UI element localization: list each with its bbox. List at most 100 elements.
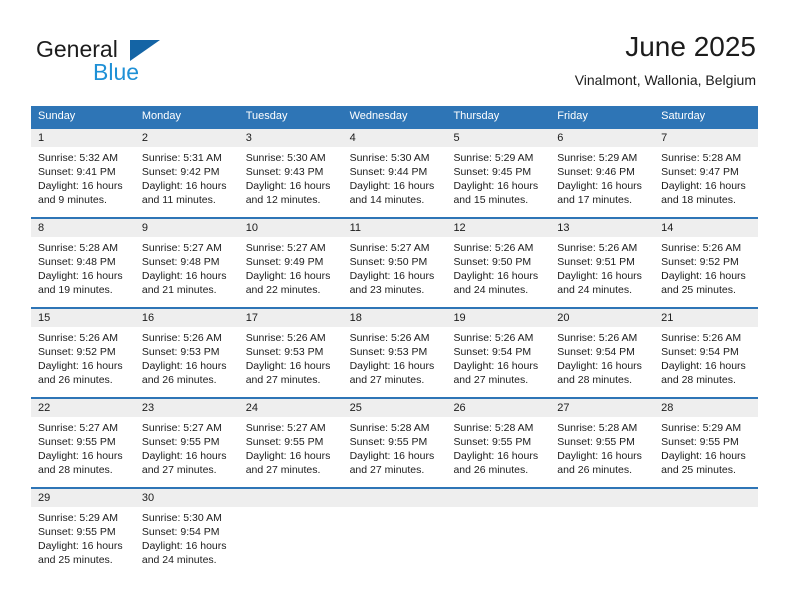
- day-cell[interactable]: Sunrise: 5:27 AM Sunset: 9:55 PM Dayligh…: [135, 417, 239, 487]
- day-number[interactable]: 10: [239, 219, 343, 237]
- day-cell[interactable]: Sunrise: 5:28 AM Sunset: 9:47 PM Dayligh…: [654, 147, 758, 217]
- day-number[interactable]: 22: [31, 399, 135, 417]
- daylight-text-line1: Daylight: 16 hours: [661, 450, 746, 462]
- daylight-text-line1: Daylight: 16 hours: [453, 270, 539, 282]
- day-number[interactable]: 8: [31, 219, 135, 237]
- day-number[interactable]: 11: [343, 219, 447, 237]
- day-cell[interactable]: Sunrise: 5:32 AM Sunset: 9:41 PM Dayligh…: [31, 147, 135, 217]
- day-number[interactable]: 6: [550, 129, 654, 147]
- day-number[interactable]: 9: [135, 219, 239, 237]
- day-cell[interactable]: Sunrise: 5:28 AM Sunset: 9:48 PM Dayligh…: [31, 237, 135, 307]
- day-number[interactable]: 2: [135, 129, 239, 147]
- day-number[interactable]: 23: [135, 399, 239, 417]
- title-block: June 2025 Vinalmont, Wallonia, Belgium: [575, 30, 756, 90]
- day-cell[interactable]: Sunrise: 5:30 AM Sunset: 9:54 PM Dayligh…: [135, 507, 239, 577]
- day-number[interactable]: 20: [550, 309, 654, 327]
- week-detail-row: Sunrise: 5:27 AM Sunset: 9:55 PM Dayligh…: [31, 417, 758, 487]
- day-cell[interactable]: Sunrise: 5:26 AM Sunset: 9:53 PM Dayligh…: [239, 327, 343, 397]
- day-cell[interactable]: Sunrise: 5:26 AM Sunset: 9:53 PM Dayligh…: [135, 327, 239, 397]
- day-number[interactable]: 19: [446, 309, 550, 327]
- calendar-grid: Sunday Monday Tuesday Wednesday Thursday…: [31, 106, 758, 577]
- day-cell[interactable]: Sunrise: 5:29 AM Sunset: 9:46 PM Dayligh…: [550, 147, 654, 217]
- day-cell[interactable]: Sunrise: 5:28 AM Sunset: 9:55 PM Dayligh…: [446, 417, 550, 487]
- weekday-header-wednesday: Wednesday: [349, 110, 408, 122]
- day-cell[interactable]: Sunrise: 5:26 AM Sunset: 9:54 PM Dayligh…: [654, 327, 758, 397]
- sunrise-text: Sunrise: 5:28 AM: [661, 152, 742, 164]
- daylight-text-line2: and 25 minutes.: [38, 554, 113, 566]
- day-number[interactable]: 29: [31, 489, 135, 507]
- daylight-text-line1: Daylight: 16 hours: [38, 540, 123, 552]
- day-cell[interactable]: Sunrise: 5:26 AM Sunset: 9:51 PM Dayligh…: [550, 237, 654, 307]
- day-number[interactable]: 7: [654, 129, 758, 147]
- daylight-text-line1: Daylight: 16 hours: [245, 180, 331, 192]
- day-cell[interactable]: Sunrise: 5:28 AM Sunset: 9:55 PM Dayligh…: [343, 417, 447, 487]
- daylight-text-line2: and 26 minutes.: [557, 464, 633, 476]
- day-cell[interactable]: Sunrise: 5:30 AM Sunset: 9:44 PM Dayligh…: [343, 147, 447, 217]
- sunset-text: Sunset: 9:55 PM: [245, 436, 324, 448]
- day-number[interactable]: 4: [343, 129, 447, 147]
- day-number[interactable]: 14: [654, 219, 758, 237]
- daylight-text-line1: Daylight: 16 hours: [453, 180, 539, 192]
- day-cell[interactable]: Sunrise: 5:26 AM Sunset: 9:50 PM Dayligh…: [446, 237, 550, 307]
- day-number[interactable]: 12: [446, 219, 550, 237]
- sunrise-text: Sunrise: 5:27 AM: [141, 242, 222, 254]
- day-number[interactable]: 15: [31, 309, 135, 327]
- sunset-text: Sunset: 9:50 PM: [453, 256, 532, 268]
- day-cell[interactable]: Sunrise: 5:26 AM Sunset: 9:52 PM Dayligh…: [31, 327, 135, 397]
- day-number[interactable]: 24: [239, 399, 343, 417]
- day-cell-empty: [654, 507, 758, 577]
- day-cell[interactable]: Sunrise: 5:29 AM Sunset: 9:55 PM Dayligh…: [654, 417, 758, 487]
- day-number[interactable]: 1: [31, 129, 135, 147]
- day-number[interactable]: 28: [654, 399, 758, 417]
- day-cell[interactable]: Sunrise: 5:27 AM Sunset: 9:55 PM Dayligh…: [239, 417, 343, 487]
- day-number[interactable]: 21: [654, 309, 758, 327]
- sunset-text: Sunset: 9:48 PM: [38, 256, 116, 268]
- day-cell[interactable]: Sunrise: 5:28 AM Sunset: 9:55 PM Dayligh…: [550, 417, 654, 487]
- daylight-text-line2: and 28 minutes.: [557, 374, 633, 386]
- day-cell[interactable]: Sunrise: 5:26 AM Sunset: 9:52 PM Dayligh…: [654, 237, 758, 307]
- day-cell[interactable]: Sunrise: 5:29 AM Sunset: 9:55 PM Dayligh…: [31, 507, 135, 577]
- sunrise-text: Sunrise: 5:26 AM: [141, 332, 222, 344]
- day-cell[interactable]: Sunrise: 5:27 AM Sunset: 9:55 PM Dayligh…: [31, 417, 135, 487]
- day-number[interactable]: 27: [550, 399, 654, 417]
- day-cell-empty: [239, 507, 343, 577]
- day-cell[interactable]: Sunrise: 5:27 AM Sunset: 9:50 PM Dayligh…: [343, 237, 447, 307]
- calendar-week-row: 1 2 3 4 5 6 7 Sunrise: 5:32 AM Sunset: 9…: [31, 127, 758, 217]
- day-cell-empty: [343, 507, 447, 577]
- day-cell[interactable]: Sunrise: 5:27 AM Sunset: 9:49 PM Dayligh…: [239, 237, 343, 307]
- week-detail-row: Sunrise: 5:26 AM Sunset: 9:52 PM Dayligh…: [31, 327, 758, 397]
- general-blue-logo[interactable]: General Blue: [36, 36, 236, 85]
- day-number[interactable]: 30: [135, 489, 239, 507]
- sunset-text: Sunset: 9:52 PM: [661, 256, 739, 268]
- day-cell[interactable]: Sunrise: 5:26 AM Sunset: 9:54 PM Dayligh…: [446, 327, 550, 397]
- day-cell[interactable]: Sunrise: 5:26 AM Sunset: 9:53 PM Dayligh…: [343, 327, 447, 397]
- day-number[interactable]: 13: [550, 219, 654, 237]
- daylight-text-line2: and 11 minutes.: [141, 194, 216, 206]
- day-number-empty: [446, 489, 550, 507]
- day-cell[interactable]: Sunrise: 5:27 AM Sunset: 9:48 PM Dayligh…: [135, 237, 239, 307]
- daylight-text-line1: Daylight: 16 hours: [453, 360, 539, 372]
- day-cell[interactable]: Sunrise: 5:30 AM Sunset: 9:43 PM Dayligh…: [239, 147, 343, 217]
- daylight-text-line2: and 24 minutes.: [453, 284, 529, 296]
- day-number[interactable]: 18: [343, 309, 447, 327]
- daylight-text-line1: Daylight: 16 hours: [557, 270, 642, 282]
- sunset-text: Sunset: 9:55 PM: [661, 436, 739, 448]
- daylight-text-line2: and 23 minutes.: [349, 284, 425, 296]
- sunrise-text: Sunrise: 5:26 AM: [453, 332, 534, 344]
- day-number[interactable]: 5: [446, 129, 550, 147]
- day-cell[interactable]: Sunrise: 5:26 AM Sunset: 9:54 PM Dayligh…: [550, 327, 654, 397]
- day-cell[interactable]: Sunrise: 5:29 AM Sunset: 9:45 PM Dayligh…: [446, 147, 550, 217]
- day-number[interactable]: 17: [239, 309, 343, 327]
- day-number[interactable]: 25: [343, 399, 447, 417]
- page-subtitle-location: Vinalmont, Wallonia, Belgium: [574, 72, 756, 88]
- day-number[interactable]: 16: [135, 309, 239, 327]
- daylight-text-line2: and 27 minutes.: [349, 464, 425, 476]
- day-cell[interactable]: Sunrise: 5:31 AM Sunset: 9:42 PM Dayligh…: [135, 147, 239, 217]
- day-number[interactable]: 3: [239, 129, 343, 147]
- sunrise-text: Sunrise: 5:26 AM: [245, 332, 326, 344]
- daylight-text-line1: Daylight: 16 hours: [141, 450, 227, 462]
- week-detail-row: Sunrise: 5:28 AM Sunset: 9:48 PM Dayligh…: [31, 237, 758, 307]
- triangle-logo-icon: [130, 40, 160, 61]
- daylight-text-line2: and 17 minutes.: [557, 194, 633, 206]
- day-number[interactable]: 26: [446, 399, 550, 417]
